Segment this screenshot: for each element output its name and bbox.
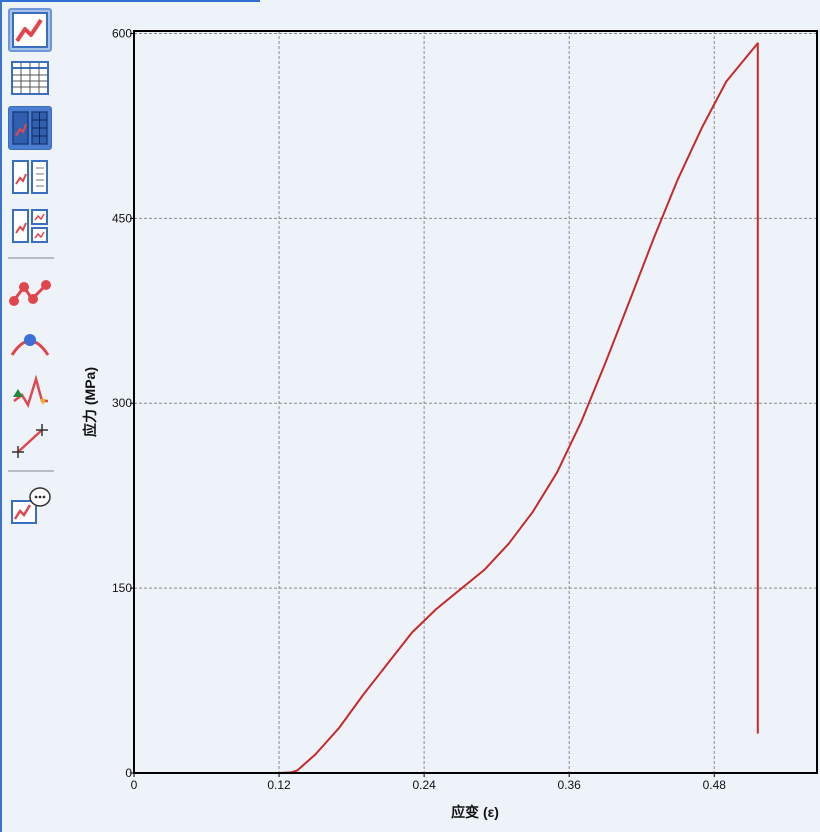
x-tick-label: 0.48	[703, 778, 727, 792]
y-tick-label: 0	[125, 766, 132, 780]
x-tick-label: 0	[131, 778, 138, 792]
x-tick-label: 0.12	[267, 778, 291, 792]
y-tick-label: 150	[112, 581, 132, 595]
x-axis: 0 0.12 0.24 0.36 0.48	[131, 773, 727, 792]
x-tick-label: 0.36	[558, 778, 582, 792]
x-tick-label: 0.24	[412, 778, 436, 792]
x-axis-label: 应变 (ε)	[451, 804, 499, 820]
stress-strain-chart: 0 0.12 0.24 0.36 0.48 0 150 300 450 600 应变 (ε) 应…	[82, 26, 818, 820]
y-tick-label: 600	[112, 26, 132, 40]
y-tick-label: 300	[112, 396, 132, 410]
y-axis-label: 应力 (MPa)	[82, 367, 98, 437]
y-tick-label: 450	[112, 211, 132, 225]
y-axis: 0 150 300 450 600	[112, 26, 134, 780]
